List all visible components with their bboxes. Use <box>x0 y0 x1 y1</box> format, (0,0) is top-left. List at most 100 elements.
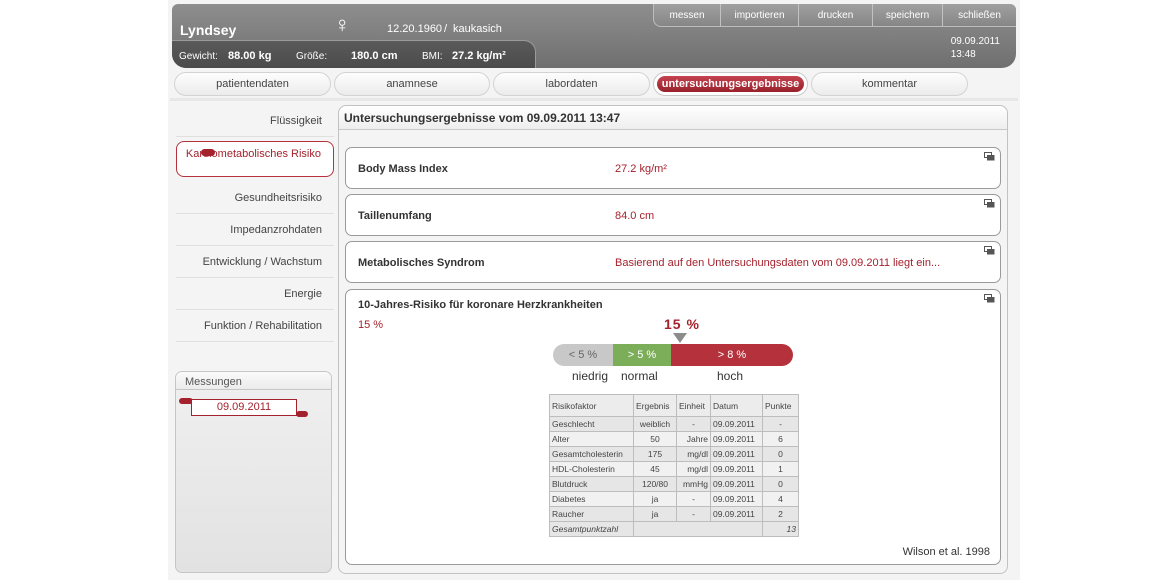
header-datetime: 09.09.2011 13:48 <box>951 35 1000 61</box>
patient-header: Lyndsey ♀ 12.20.1960 / kaukasich Gewicht… <box>172 4 1016 68</box>
table-cell: 09.09.2011 <box>710 491 763 507</box>
expand-window-icon[interactable] <box>984 152 995 161</box>
table-cell: - <box>676 506 711 522</box>
menu-speichern[interactable]: speichern <box>872 4 942 26</box>
table-cell: 09.09.2011 <box>710 461 763 477</box>
scale-high-label: hoch <box>717 369 744 383</box>
scale-low-segment: < 5 % <box>553 344 613 366</box>
card-label: Body Mass Index <box>358 163 448 175</box>
patient-name: Lyndsey <box>180 22 237 38</box>
tab-untersuchungsergebnisse-label: untersuchungsergebnisse <box>657 76 804 92</box>
sidebar-item-entwicklung-wachstum[interactable]: Entwicklung / Wachstum <box>176 247 334 278</box>
height-value: 180.0 cm <box>351 50 398 62</box>
sidebar-item-kardiometabolisches-risiko[interactable]: Kardiometabolisches Risiko <box>176 141 334 177</box>
header-time: 13:48 <box>950 49 976 60</box>
table-cell: mmHg <box>676 476 711 492</box>
menu-drucken[interactable]: drucken <box>798 4 872 26</box>
tab-divider <box>170 98 1018 101</box>
total-label: Gesamtpunktzahl <box>549 521 634 537</box>
sidebar-item-gesundheitsrisiko[interactable]: Gesundheitsrisiko <box>176 183 334 214</box>
ethnicity: kaukasich <box>453 23 502 35</box>
female-gender-icon: ♀ <box>334 12 351 37</box>
card-value: 27.2 kg/m² <box>615 163 667 175</box>
table-cell: 09.09.2011 <box>710 416 763 432</box>
tab-patientendaten[interactable]: patientendaten <box>174 72 331 96</box>
sidebar-item-impedanzrohdaten[interactable]: Impedanzrohdaten <box>176 215 334 246</box>
tab-kommentar[interactable]: kommentar <box>811 72 968 96</box>
risk-scale: < 5 % > 5 % > 8 % <box>553 344 793 366</box>
table-cell: ja <box>633 506 677 522</box>
measurements-title: Messungen <box>176 372 331 390</box>
tab-labordaten[interactable]: labordaten <box>493 72 650 96</box>
card-label: Metabolisches Syndrom <box>358 257 485 269</box>
table-cell: mg/dl <box>676 446 711 462</box>
bmi-value: 27.2 kg/m² <box>452 50 506 62</box>
table-cell: 50 <box>633 431 677 447</box>
menu-importieren[interactable]: importieren <box>720 4 798 26</box>
top-menu: messen importieren drucken speichern sch… <box>653 4 1016 27</box>
table-cell: 4 <box>762 491 799 507</box>
card-value: 84.0 cm <box>615 210 655 222</box>
active-indicator-icon <box>201 149 215 156</box>
table-cell: - <box>676 416 711 432</box>
table-cell: 1 <box>762 461 799 477</box>
card-label: Taillenumfang <box>358 210 432 222</box>
table-cell: 175 <box>633 446 677 462</box>
total-value: 13 <box>762 521 799 537</box>
table-row: Gesamtcholesterin 175 mg/dl 09.09.2011 0 <box>549 446 799 462</box>
header-date: 09.09.2011 <box>950 36 1000 47</box>
table-cell: 0 <box>762 476 799 492</box>
col-header: Punkte <box>762 394 799 417</box>
table-cell: HDL-Cholesterin <box>549 461 634 477</box>
citation: Wilson et al. 1998 <box>902 546 990 558</box>
table-cell: 120/80 <box>633 476 677 492</box>
scale-normal-label: normal <box>621 369 658 383</box>
table-cell: 45 <box>633 461 677 477</box>
measurement-marker-icon <box>296 411 308 417</box>
sidebar-item-funktion-rehabilitation[interactable]: Funktion / Rehabilitation <box>176 311 334 342</box>
table-cell: 2 <box>762 506 799 522</box>
card-value: Basierend auf den Untersuchungsdaten vom… <box>615 257 941 269</box>
risk-title: 10-Jahres-Risiko für koronare Herzkrankh… <box>358 299 603 311</box>
table-cell: Alter <box>549 431 634 447</box>
chd-risk-card: 10-Jahres-Risiko für koronare Herzkrankh… <box>345 289 1001 565</box>
col-header: Einheit <box>676 394 711 417</box>
patient-metrics-bar: Gewicht: 88.00 kg Größe: 180.0 cm BMI: 2… <box>172 40 536 68</box>
table-cell: ja <box>633 491 677 507</box>
menu-messen[interactable]: messen <box>654 4 720 26</box>
menu-schliessen[interactable]: schließen <box>942 4 1016 26</box>
table-cell: weiblich <box>633 416 677 432</box>
table-cell: 6 <box>762 431 799 447</box>
sidebar-item-energie[interactable]: Energie <box>176 279 334 310</box>
table-row: Raucher ja - 09.09.2011 2 <box>549 506 799 522</box>
sidebar-item-fluessigkeit[interactable]: Flüssigkeit <box>176 106 334 137</box>
tab-bar: patientendaten anamnese labordaten unter… <box>174 72 1014 98</box>
col-header: Risikofaktor <box>549 394 634 417</box>
col-header: Datum <box>710 394 763 417</box>
table-cell: - <box>676 491 711 507</box>
col-header: Ergebnis <box>633 394 677 417</box>
waist-card: Taillenumfang 84.0 cm <box>345 194 1001 236</box>
expand-window-icon[interactable] <box>984 246 995 255</box>
tab-anamnese[interactable]: anamnese <box>334 72 490 96</box>
table-cell: 0 <box>762 446 799 462</box>
header-separator: / <box>444 23 448 35</box>
risk-marker-icon <box>673 333 687 343</box>
table-cell: 09.09.2011 <box>710 476 763 492</box>
bmi-card: Body Mass Index 27.2 kg/m² <box>345 147 1001 189</box>
table-cell: Gesamtcholesterin <box>549 446 634 462</box>
table-cell: mg/dl <box>676 461 711 477</box>
table-cell: Jahre <box>676 431 711 447</box>
table-cell: 09.09.2011 <box>710 446 763 462</box>
expand-window-icon[interactable] <box>984 294 995 303</box>
tab-untersuchungsergebnisse[interactable]: untersuchungsergebnisse <box>653 72 808 96</box>
table-cell: Geschlecht <box>549 416 634 432</box>
table-cell: Diabetes <box>549 491 634 507</box>
weight-label: Gewicht: <box>179 51 218 62</box>
results-title: Untersuchungsergebnisse vom 09.09.2011 1… <box>339 106 1007 130</box>
table-cell: 09.09.2011 <box>710 431 763 447</box>
expand-window-icon[interactable] <box>984 199 995 208</box>
table-cell: Blutdruck <box>549 476 634 492</box>
measurement-item[interactable]: 09.09.2011 <box>191 399 297 416</box>
table-cell: 09.09.2011 <box>710 506 763 522</box>
